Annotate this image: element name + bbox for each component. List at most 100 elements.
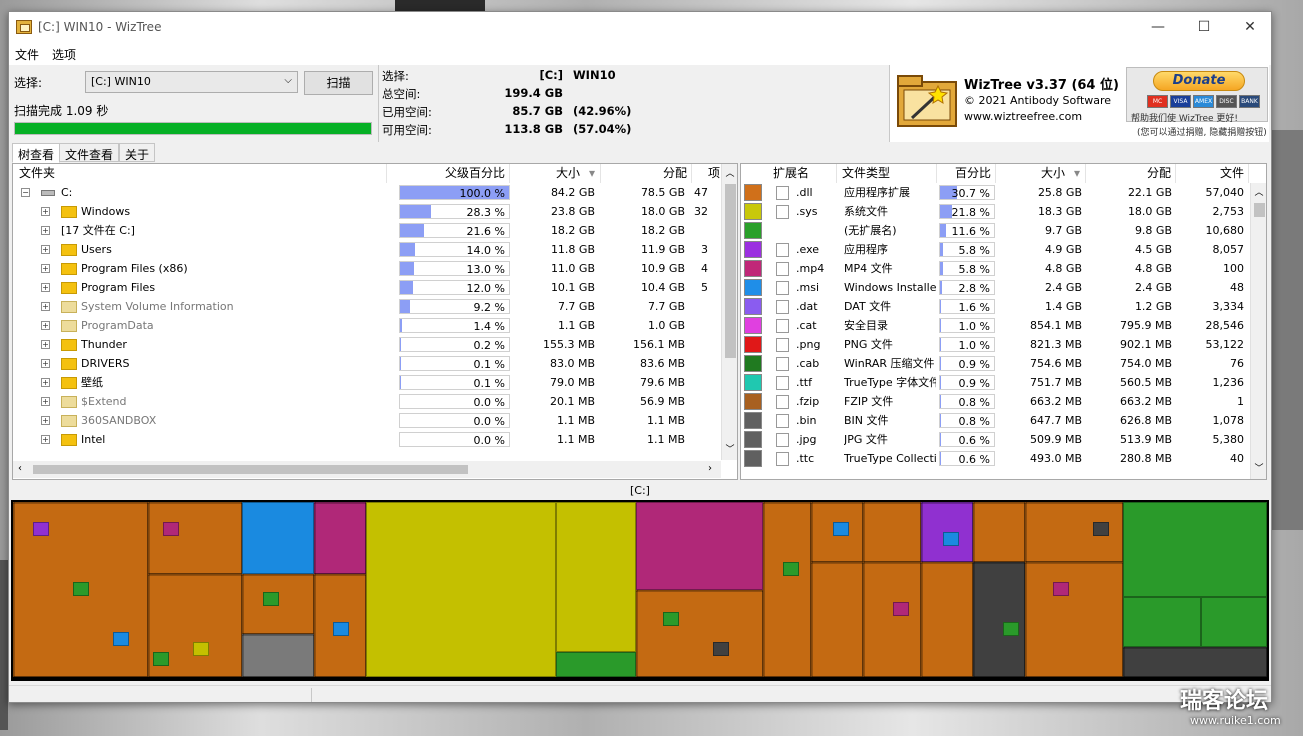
treemap-block[interactable]: [783, 562, 799, 576]
close-button[interactable]: ✕: [1227, 12, 1273, 43]
scroll-left-arrow-icon[interactable]: ‹: [18, 463, 22, 474]
title-bar[interactable]: [C:] WIN10 - WizTree — ☐ ✕: [9, 12, 1271, 43]
tree-row[interactable]: + Thunder 0.2 % 155.3 MB 156.1 MB: [13, 335, 737, 354]
expand-toggle-icon[interactable]: +: [41, 435, 50, 444]
menu-file[interactable]: 文件: [15, 46, 39, 63]
treemap-block[interactable]: [663, 612, 679, 626]
expand-toggle-icon[interactable]: +: [41, 359, 50, 368]
tree-hscroll-thumb[interactable]: [33, 465, 468, 474]
tree-row[interactable]: + ProgramData 1.4 % 1.1 GB 1.0 GB: [13, 316, 737, 335]
treemap-block[interactable]: [556, 502, 636, 652]
treemap-block[interactable]: [153, 652, 169, 666]
tab-tree-view[interactable]: 树查看: [12, 143, 61, 163]
tree-row[interactable]: + DRIVERS 0.1 % 83.0 MB 83.6 MB: [13, 354, 737, 373]
ext-row[interactable]: (无扩展名) 11.6 % 9.7 GB 9.8 GB 10,680: [741, 221, 1266, 240]
col-header-ext-alloc[interactable]: 分配: [1087, 164, 1176, 183]
col-header-folder[interactable]: 文件夹: [19, 164, 387, 183]
tree-row[interactable]: + Program Files (x86) 13.0 % 11.0 GB 10.9 GB…: [13, 259, 737, 278]
tree-row[interactable]: +360SANDBOX 0.0 % 1.1 MB 1.1 MB: [13, 411, 737, 430]
ext-row[interactable]: .jpg JPG 文件 0.6 % 509.9 MB 513.9 MB 5,380: [741, 430, 1266, 449]
treemap-block[interactable]: [242, 634, 314, 677]
scroll-up-arrow-icon[interactable]: ︿: [1251, 185, 1266, 198]
treemap-block[interactable]: [163, 522, 179, 536]
minimize-button[interactable]: —: [1135, 12, 1181, 43]
treemap-block[interactable]: [1201, 597, 1267, 647]
scroll-down-arrow-icon[interactable]: ﹀: [1251, 461, 1266, 474]
website-link[interactable]: www.wiztreefree.com: [964, 110, 1082, 123]
treemap-block[interactable]: [811, 562, 863, 677]
drive-dropdown[interactable]: [C:] WIN10 ⌵: [85, 71, 298, 93]
ext-row[interactable]: .dat DAT 文件 1.6 % 1.4 GB 1.2 GB 3,334: [741, 297, 1266, 316]
expand-toggle-icon[interactable]: +: [41, 264, 50, 273]
treemap-block[interactable]: [1003, 622, 1019, 636]
scroll-right-arrow-icon[interactable]: ›: [708, 463, 712, 474]
treemap-block[interactable]: [973, 502, 1025, 562]
treemap-block[interactable]: [1123, 597, 1201, 647]
treemap-block[interactable]: [833, 522, 849, 536]
donate-button[interactable]: Donate: [1153, 71, 1245, 91]
expand-toggle-icon[interactable]: +: [41, 302, 50, 311]
tree-row[interactable]: + 壁纸 0.1 % 79.0 MB 79.6 MB: [13, 373, 737, 392]
expand-toggle-icon[interactable]: −: [21, 188, 30, 197]
ext-row[interactable]: .ttc TrueType Collection 0.6 % 493.0 MB 280.…: [741, 449, 1266, 468]
tree-row[interactable]: − C: 100.0 % 84.2 GB 78.5 GB 47: [13, 183, 737, 202]
tree-horizontal-scrollbar[interactable]: ‹ ›: [13, 461, 721, 478]
treemap-block[interactable]: [713, 642, 729, 656]
ext-row[interactable]: .png PNG 文件 1.0 % 821.3 MB 902.1 MB 53,122: [741, 335, 1266, 354]
treemap-block[interactable]: [863, 562, 921, 677]
ext-row[interactable]: .fzip FZIP 文件 0.8 % 663.2 MB 663.2 MB 1: [741, 392, 1266, 411]
expand-toggle-icon[interactable]: +: [41, 416, 50, 425]
tree-row[interactable]: + System Volume Information 9.2 % 7.7 GB 7.7…: [13, 297, 737, 316]
menu-options[interactable]: 选项: [52, 46, 76, 63]
treemap-block[interactable]: [636, 590, 763, 677]
maximize-button[interactable]: ☐: [1181, 12, 1227, 43]
expand-toggle-icon[interactable]: +: [41, 226, 50, 235]
col-header-filetype[interactable]: 文件类型: [839, 164, 937, 183]
ext-vertical-scrollbar[interactable]: ︿ ﹀: [1250, 183, 1266, 479]
col-header-size[interactable]: 大小 ▾: [511, 164, 601, 183]
treemap-block[interactable]: [148, 502, 242, 574]
col-header-items[interactable]: 项: [693, 164, 723, 183]
treemap-block[interactable]: [1123, 647, 1267, 677]
treemap-block[interactable]: [333, 622, 349, 636]
treemap-block[interactable]: [113, 632, 129, 646]
tab-file-view[interactable]: 文件查看: [59, 143, 120, 162]
expand-toggle-icon[interactable]: +: [41, 340, 50, 349]
expand-toggle-icon[interactable]: +: [41, 321, 50, 330]
tab-about[interactable]: 关于: [119, 143, 156, 162]
col-header-ext[interactable]: 扩展名: [771, 164, 837, 183]
expand-toggle-icon[interactable]: +: [41, 378, 50, 387]
col-header-ext-size[interactable]: 大小 ▾: [997, 164, 1086, 183]
expand-toggle-icon[interactable]: +: [41, 397, 50, 406]
treemap-block[interactable]: [1123, 502, 1267, 597]
treemap-block[interactable]: [73, 582, 89, 596]
ext-row[interactable]: .ttf TrueType 字体文件 0.9 % 751.7 MB 560.5 MB 1,…: [741, 373, 1266, 392]
treemap-block[interactable]: [263, 592, 279, 606]
tree-row[interactable]: + Windows 28.3 % 23.8 GB 18.0 GB 32: [13, 202, 737, 221]
treemap-block[interactable]: [242, 502, 314, 574]
tree-row[interactable]: + Users 14.0 % 11.8 GB 11.9 GB 3: [13, 240, 737, 259]
treemap-block[interactable]: [943, 532, 959, 546]
tree-vscroll-thumb[interactable]: [725, 184, 736, 358]
tree-vertical-scrollbar[interactable]: ︿ ﹀: [721, 164, 737, 460]
scan-button[interactable]: 扫描: [304, 71, 373, 95]
treemap-block[interactable]: [1053, 582, 1069, 596]
ext-row[interactable]: .mp4 MP4 文件 5.8 % 4.8 GB 4.8 GB 100: [741, 259, 1266, 278]
ext-vscroll-thumb[interactable]: [1254, 203, 1265, 217]
expand-toggle-icon[interactable]: +: [41, 245, 50, 254]
ext-row[interactable]: .cat 安全目录 1.0 % 854.1 MB 795.9 MB 28,546: [741, 316, 1266, 335]
treemap-visualization[interactable]: [11, 500, 1269, 681]
ext-row[interactable]: .msi Windows Installer 2.8 % 2.4 GB 2.4 GB 48: [741, 278, 1266, 297]
treemap-block[interactable]: [33, 522, 49, 536]
tree-row[interactable]: + Program Files 12.0 % 10.1 GB 10.4 GB 5: [13, 278, 737, 297]
scroll-up-arrow-icon[interactable]: ︿: [722, 166, 737, 179]
expand-toggle-icon[interactable]: +: [41, 283, 50, 292]
treemap-block[interactable]: [314, 502, 366, 574]
col-header-alloc[interactable]: 分配: [602, 164, 692, 183]
tree-row[interactable]: + $Extend 0.0 % 20.1 MB 56.9 MB: [13, 392, 737, 411]
col-header-pct[interactable]: 百分比: [938, 164, 996, 183]
treemap-block[interactable]: [366, 502, 556, 677]
expand-toggle-icon[interactable]: +: [41, 207, 50, 216]
ext-row[interactable]: .bin BIN 文件 0.8 % 647.7 MB 626.8 MB 1,078: [741, 411, 1266, 430]
ext-row[interactable]: .sys 系统文件 21.8 % 18.3 GB 18.0 GB 2,753: [741, 202, 1266, 221]
